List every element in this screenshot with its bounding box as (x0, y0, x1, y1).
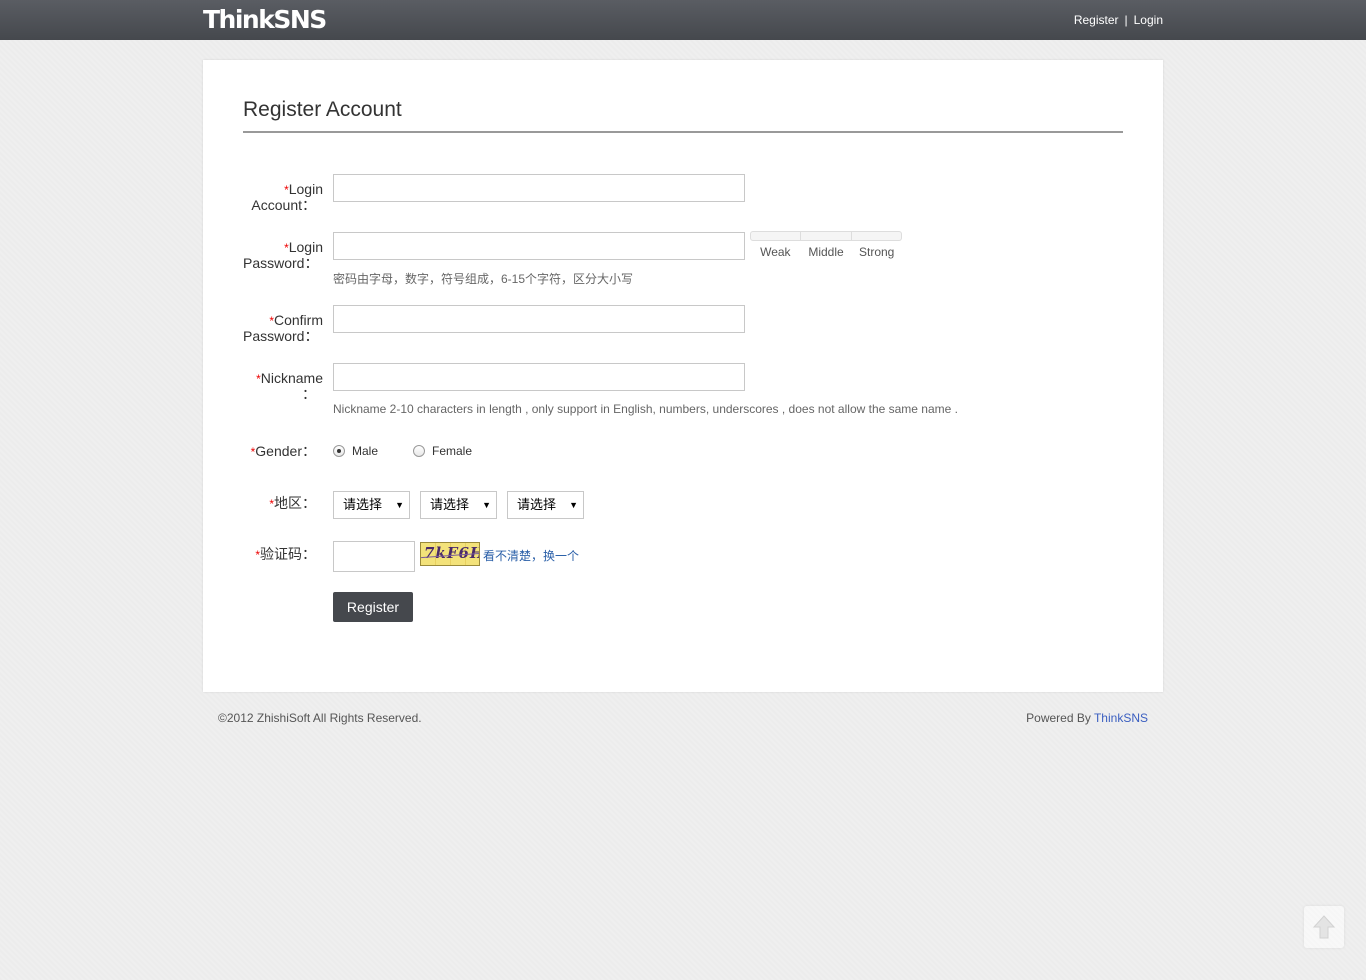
footer-copyright: ©2012 ZhishiSoft All Rights Reserved. (218, 711, 422, 725)
radio-unchecked-icon[interactable] (413, 445, 425, 457)
password-hint: 密码由字母，数字，符号组成，6-15个字符，区分大小写 (333, 272, 634, 286)
strength-seg-strong (851, 231, 902, 241)
strength-label-strong: Strong (859, 245, 895, 259)
login-account-label: *Login Account： (251, 181, 323, 213)
nav-separator: | (1124, 13, 1128, 27)
logo[interactable]: ThinkSNS (203, 4, 327, 36)
nickname-label: *Nickname ： (256, 370, 323, 402)
region-label: *地区： (269, 495, 316, 512)
radio-checked-icon[interactable] (333, 445, 345, 457)
strength-label-weak: Weak (760, 245, 791, 259)
dropdown-arrow-icon: ▼ (482, 500, 491, 510)
password-strength-meter (750, 231, 902, 241)
gender-radio-male[interactable]: Male (333, 444, 378, 458)
arrow-up-icon (1312, 915, 1336, 939)
city-select[interactable]: 请选择 ▼ (420, 491, 497, 519)
strength-label-middle: Middle (808, 245, 844, 259)
top-bar: ThinkSNS Register | Login (0, 0, 1366, 40)
page-title: Register Account (243, 98, 402, 121)
title-divider (243, 131, 1123, 133)
register-link[interactable]: Register (1074, 13, 1119, 27)
gender-option-label: Male (352, 444, 379, 458)
strength-seg-middle (801, 231, 852, 241)
strength-seg-weak (750, 231, 802, 241)
nickname-hint: Nickname 2-10 characters in length , onl… (333, 402, 958, 416)
confirm-password-input[interactable] (333, 305, 745, 333)
captcha-refresh-link[interactable]: 看不清楚，换一个 (483, 547, 579, 564)
register-button[interactable]: Register (333, 592, 413, 622)
captcha-label: *验证码： (255, 546, 316, 563)
login-link[interactable]: Login (1134, 13, 1163, 27)
register-card: Register Account *Login Account： *Login … (203, 60, 1163, 692)
login-password-input[interactable] (333, 232, 745, 260)
top-nav: Register | Login (1074, 0, 1163, 40)
gender-radio-female[interactable]: Female (413, 444, 472, 458)
nickname-input[interactable] (333, 363, 745, 391)
dropdown-arrow-icon: ▼ (569, 500, 578, 510)
captcha-image[interactable]: 7kF6H (420, 542, 480, 566)
gender-label: *Gender： (250, 443, 316, 460)
thinksns-link[interactable]: ThinkSNS (1094, 711, 1148, 725)
gender-option-label: Female (432, 444, 473, 458)
confirm-password-label: *Confirm Password： (243, 312, 323, 344)
back-to-top-button[interactable] (1304, 906, 1344, 948)
login-account-input[interactable] (333, 174, 745, 202)
province-select[interactable]: 请选择 ▼ (333, 491, 410, 519)
login-password-label: *Login Password： (243, 239, 323, 271)
dropdown-arrow-icon: ▼ (395, 500, 404, 510)
captcha-input[interactable] (333, 541, 415, 572)
footer-powered: Powered By ThinkSNS (1026, 711, 1148, 725)
district-select[interactable]: 请选择 ▼ (507, 491, 584, 519)
password-strength-labels: Weak Middle Strong (750, 245, 902, 259)
